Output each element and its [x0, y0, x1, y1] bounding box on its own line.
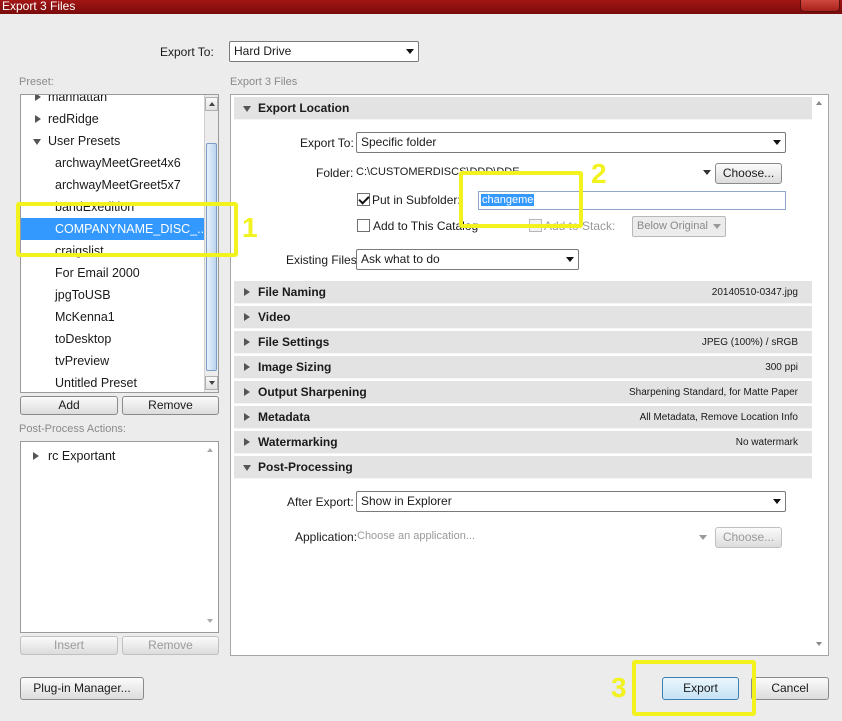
put-in-subfolder-checkbox[interactable] [357, 193, 370, 206]
preset-folder-user-presets[interactable]: User Presets [33, 130, 203, 152]
section-watermarking[interactable]: Watermarking No watermark [234, 431, 812, 454]
add-to-catalog-checkbox[interactable] [357, 219, 370, 232]
expand-arrow-icon[interactable] [244, 363, 250, 371]
chevron-down-icon [566, 257, 574, 262]
annotation-highlight-subfolder [459, 171, 583, 228]
window-title: Export 3 Files [2, 0, 76, 13]
insert-action-button[interactable]: Insert [20, 636, 118, 655]
application-dropdown-icon[interactable] [699, 535, 707, 540]
arrow-down-icon [816, 642, 822, 646]
chevron-down-icon [773, 140, 781, 145]
arrow-up-icon [209, 102, 215, 106]
section-file-naming[interactable]: File Naming 20140510-0347.jpg [234, 281, 812, 304]
location-export-to-label: Export To: [300, 136, 354, 150]
preset-item[interactable]: toDesktop [55, 328, 205, 350]
chevron-down-icon [773, 499, 781, 504]
annotation-highlight-export [632, 660, 756, 716]
section-post-processing[interactable]: Post-Processing [234, 456, 812, 479]
expand-arrow-icon[interactable] [244, 388, 250, 396]
preset-item[interactable]: Untitled Preset [55, 372, 205, 392]
panel-header: Export 3 Files [230, 76, 298, 88]
annotation-number-3: 3 [611, 672, 627, 703]
export-to-label: Export To: [160, 45, 214, 59]
section-image-sizing[interactable]: Image Sizing 300 ppi [234, 356, 812, 379]
preset-item[interactable]: For Email 2000 [55, 262, 205, 284]
choose-folder-button[interactable]: Choose... [715, 163, 782, 184]
chevron-down-icon [713, 224, 721, 229]
scroll-down-button[interactable] [204, 615, 218, 629]
after-export-select[interactable]: Show in Explorer [356, 491, 786, 512]
scroll-up-button[interactable] [204, 444, 218, 458]
scroll-up-button[interactable] [205, 97, 218, 111]
preset-item[interactable]: jpgToUSB [55, 284, 205, 306]
scroll-thumb[interactable] [206, 143, 217, 371]
export-to-value: Hard Drive [234, 44, 292, 58]
application-placeholder[interactable]: Choose an application... [357, 530, 475, 542]
expand-arrow-icon[interactable] [244, 313, 250, 321]
plugin-manager-button[interactable]: Plug-in Manager... [20, 677, 144, 700]
annotation-highlight-preset [16, 202, 238, 257]
add-preset-button[interactable]: Add [20, 396, 118, 415]
after-export-label: After Export: [287, 495, 354, 509]
preset-folder-redridge[interactable]: redRidge [35, 108, 205, 130]
collapse-arrow-icon[interactable] [243, 106, 251, 112]
folder-label: Folder: [316, 166, 354, 180]
annotation-number-2: 2 [591, 158, 607, 189]
remove-action-button[interactable]: Remove [122, 636, 219, 655]
existing-files-select[interactable]: Ask what to do [356, 249, 579, 270]
arrow-down-icon [209, 381, 215, 385]
preset-item[interactable]: tvPreview [55, 350, 205, 372]
expand-arrow-icon[interactable] [244, 338, 250, 346]
post-process-label: Post-Process Actions: [19, 423, 126, 435]
expand-arrow-icon[interactable] [35, 115, 41, 123]
collapse-arrow-icon[interactable] [243, 465, 251, 471]
collapse-arrow-icon[interactable] [33, 139, 41, 145]
expand-arrow-icon[interactable] [244, 413, 250, 421]
post-process-scrollbar[interactable] [204, 442, 218, 632]
put-in-subfolder-label: Put in Subfolder: [372, 193, 461, 207]
preset-label: Preset: [19, 76, 54, 88]
scroll-down-button[interactable] [813, 638, 828, 652]
section-export-location[interactable]: Export Location [234, 97, 812, 120]
scroll-down-button[interactable] [205, 376, 218, 390]
cancel-button[interactable]: Cancel [751, 677, 829, 700]
panel-scrollbar[interactable] [813, 95, 828, 655]
scroll-up-button[interactable] [813, 97, 828, 111]
arrow-up-icon [816, 101, 822, 105]
export-to-select[interactable]: Hard Drive [229, 41, 419, 62]
section-file-settings[interactable]: File Settings JPEG (100%) / sRGB [234, 331, 812, 354]
close-window-button[interactable] [800, 0, 840, 12]
arrow-up-icon [207, 448, 213, 452]
application-label: Application: [295, 530, 358, 544]
expand-arrow-icon[interactable] [244, 438, 250, 446]
arrow-down-icon [207, 619, 213, 623]
section-metadata[interactable]: Metadata All Metadata, Remove Location I… [234, 406, 812, 429]
preset-folder-manhattan[interactable]: manhattan [35, 95, 205, 108]
choose-application-button[interactable]: Choose... [715, 527, 782, 548]
title-bar: Export 3 Files [0, 0, 842, 14]
stack-position-select[interactable]: Below Original [632, 216, 726, 237]
preset-item[interactable]: archwayMeetGreet4x6 [55, 152, 205, 174]
post-process-item[interactable]: rc Exportant [33, 445, 203, 467]
expand-arrow-icon[interactable] [244, 288, 250, 296]
existing-files-label: Existing Files: [286, 253, 361, 267]
section-video[interactable]: Video [234, 306, 812, 329]
chevron-down-icon [406, 49, 414, 54]
remove-preset-button[interactable]: Remove [122, 396, 219, 415]
location-export-to-select[interactable]: Specific folder [356, 132, 786, 153]
post-process-list[interactable]: rc Exportant [20, 441, 219, 633]
folder-history-dropdown-icon[interactable] [703, 170, 711, 175]
annotation-number-1: 1 [242, 212, 258, 243]
expand-arrow-icon[interactable] [35, 95, 41, 101]
preset-item[interactable]: archwayMeetGreet5x7 [55, 174, 205, 196]
preset-item[interactable]: McKenna1 [55, 306, 205, 328]
expand-arrow-icon[interactable] [33, 452, 39, 460]
section-output-sharpening[interactable]: Output Sharpening Sharpening Standard, f… [234, 381, 812, 404]
